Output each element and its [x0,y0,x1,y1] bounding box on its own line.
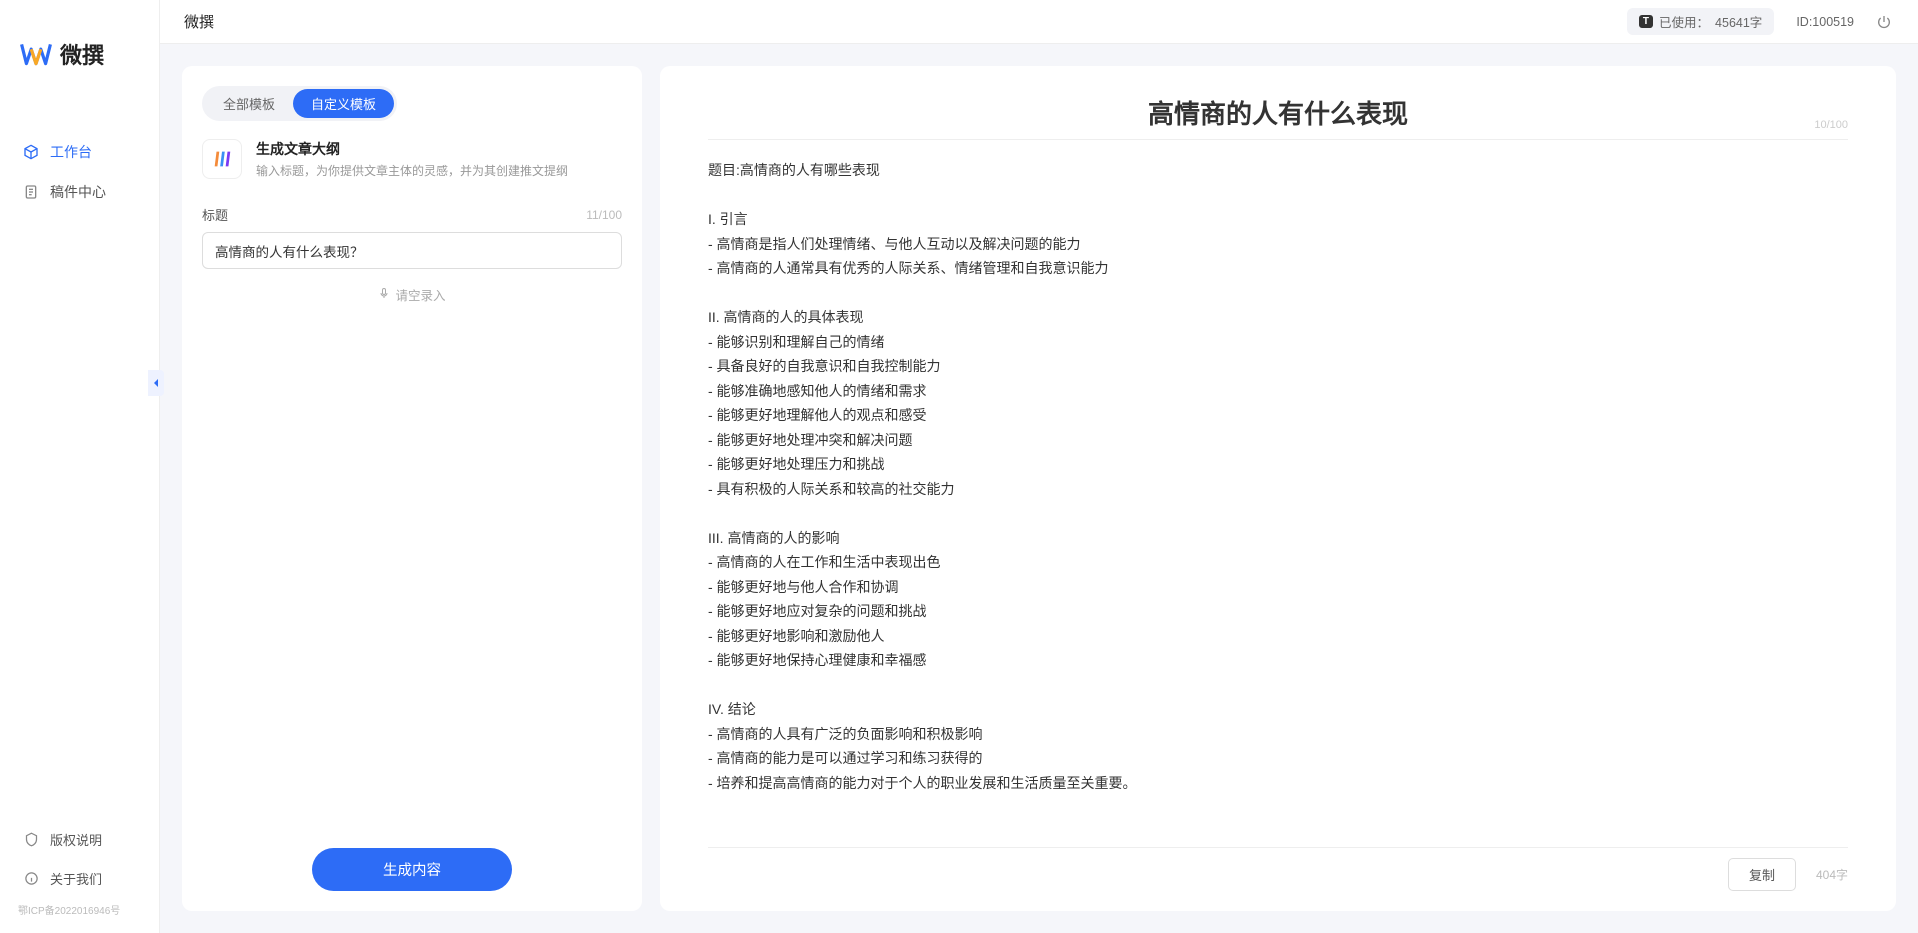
output-heading: 高情商的人有什么表现 [708,94,1848,131]
output-panel: 高情商的人有什么表现 10/100 题目:高情商的人有哪些表现 I. 引言 - … [660,66,1896,911]
icp-text: 鄂ICP备2022016946号 [0,898,159,925]
topbar: 微撰 T 已使用： 45641字 ID:100519 [160,0,1918,44]
sidebar-item-drafts[interactable]: 稿件中心 [0,172,159,212]
usage-value: 45641字 [1715,12,1762,31]
output-word-count: 404字 [1816,866,1848,883]
title-label: 标题 [202,205,228,224]
topbar-right: T 已使用： 45641字 ID:100519 [1627,8,1894,35]
sidebar-item-about[interactable]: 关于我们 [0,859,159,898]
divider [708,139,1848,140]
generate-button[interactable]: 生成内容 [312,848,512,891]
voice-hint-label: 请空录入 [395,285,445,304]
tab-all-templates[interactable]: 全部模板 [205,89,293,118]
logo: 微撰 [0,20,159,82]
logo-mark-icon [20,40,52,68]
content: 全部模板 自定义模板 生成文章大纲 输入标题，为你提供文章主体的灵感，并为其创建… [160,44,1918,933]
tab-custom-templates[interactable]: 自定义模板 [293,89,394,118]
user-id: ID:100519 [1796,15,1854,29]
shield-icon [22,831,40,849]
title-input[interactable] [202,232,622,269]
page-title: 微撰 [184,11,214,32]
doc-icon [22,183,40,201]
sidebar-collapse-toggle[interactable] [148,370,164,396]
usage-label: 已使用： [1659,12,1709,31]
cube-icon [22,143,40,161]
usage-chip[interactable]: T 已使用： 45641字 [1627,8,1774,35]
divider [708,847,1848,848]
output-footer: 复制 404字 [708,858,1848,891]
sidebar: 微撰 工作台 稿件中心 版权说明 [0,0,160,933]
template-desc: 输入标题，为你提供文章主体的灵感，并为其创建推文提纲 [256,162,568,179]
info-icon [22,870,40,888]
voice-hint[interactable]: 请空录入 [202,285,622,304]
power-icon[interactable] [1876,13,1894,31]
sidebar-bottom: 版权说明 关于我们 鄂ICP备2022016946号 [0,820,159,933]
title-field-row: 标题 11/100 [202,205,622,224]
output-body[interactable]: 题目:高情商的人有哪些表现 I. 引言 - 高情商是指人们处理情绪、与他人互动以… [708,158,1848,833]
template-title: 生成文章大纲 [256,139,568,159]
input-panel: 全部模板 自定义模板 生成文章大纲 输入标题，为你提供文章主体的灵感，并为其创建… [182,66,642,911]
template-info: 生成文章大纲 输入标题，为你提供文章主体的灵感，并为其创建推文提纲 [202,139,622,179]
sidebar-item-workspace[interactable]: 工作台 [0,132,159,172]
usage-badge-icon: T [1639,15,1653,28]
sidebar-item-label: 关于我们 [50,869,102,888]
tabs: 全部模板 自定义模板 [202,86,397,121]
copy-button[interactable]: 复制 [1728,858,1796,891]
nav: 工作台 稿件中心 [0,82,159,820]
sidebar-item-copyright[interactable]: 版权说明 [0,820,159,859]
title-char-count: 11/100 [586,208,622,222]
sidebar-item-label: 版权说明 [50,830,102,849]
main: 微撰 T 已使用： 45641字 ID:100519 全部模板 自定义模板 [160,0,1918,933]
sidebar-item-label: 工作台 [50,142,92,162]
sidebar-item-label: 稿件中心 [50,182,106,202]
logo-text: 微撰 [60,38,104,70]
template-icon [202,139,242,179]
mic-icon [378,287,390,302]
